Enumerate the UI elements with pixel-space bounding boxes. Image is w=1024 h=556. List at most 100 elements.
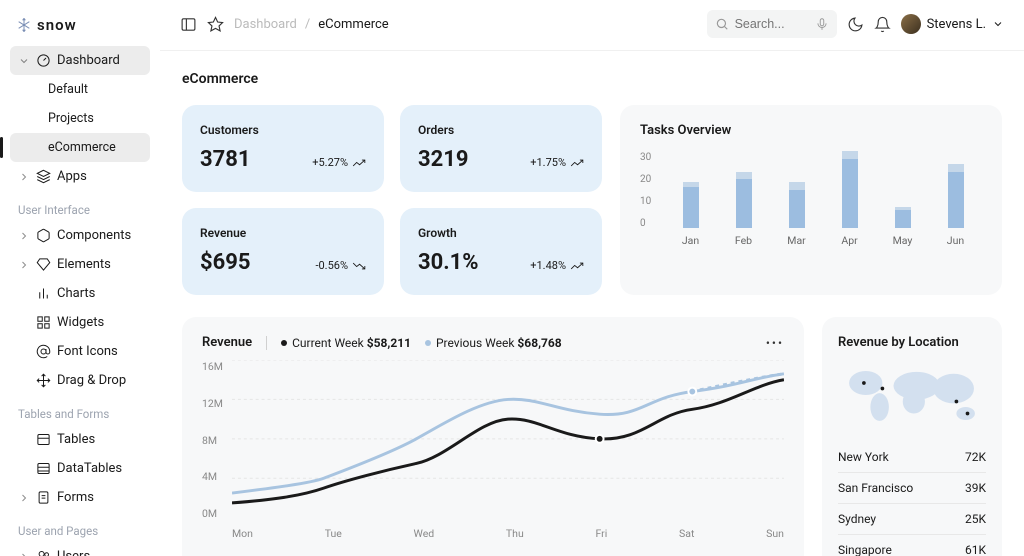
tasks-bar: May xyxy=(876,207,929,247)
nav-projects[interactable]: Projects xyxy=(10,104,150,133)
grid-icon xyxy=(36,315,51,330)
mic-icon[interactable] xyxy=(815,17,829,31)
logo[interactable]: snow xyxy=(10,12,150,46)
kpi-grid: Customers 3781 +5.27% Orders 3219 +1.75% xyxy=(182,105,602,295)
chevron-right-icon xyxy=(18,230,30,242)
nav-elements[interactable]: Elements xyxy=(10,250,150,279)
kpi-value: 3219 xyxy=(418,147,469,172)
nav-section-pages: User and Pages xyxy=(10,516,150,542)
chevron-right-icon xyxy=(18,492,30,504)
kpi-label: Orders xyxy=(418,123,584,137)
page-title: eCommerce xyxy=(182,71,1002,87)
revenue-line-chart xyxy=(232,360,784,518)
nav-label: Components xyxy=(57,228,131,243)
breadcrumb-current: eCommerce xyxy=(318,17,388,32)
nav-ecommerce[interactable]: eCommerce xyxy=(10,133,150,162)
chevron-right-icon xyxy=(18,171,30,183)
kpi-revenue: Revenue $695 -0.56% xyxy=(182,208,384,295)
clipboard-icon xyxy=(36,490,51,505)
sidebar: snow Dashboard Default Projects eCommerc… xyxy=(0,0,160,556)
tasks-bar: Mar xyxy=(770,182,823,247)
layers-icon xyxy=(36,169,51,184)
tasks-title: Tasks Overview xyxy=(640,123,982,138)
trend-up-icon xyxy=(570,158,584,168)
locations-title: Revenue by Location xyxy=(838,335,986,350)
nav-label: Users xyxy=(57,549,90,556)
location-row: Sydney25K xyxy=(838,504,986,535)
tasks-chart: 3020100 JanFebMarAprMayJun xyxy=(640,152,982,247)
trend-up-icon xyxy=(352,158,366,168)
nav-label: Tables xyxy=(57,432,95,447)
kpi-orders: Orders 3219 +1.75% xyxy=(400,105,602,192)
nav-forms[interactable]: Forms xyxy=(10,483,150,512)
kpi-value: $695 xyxy=(200,250,251,275)
nav-label: Dashboard xyxy=(57,53,120,68)
nav-label: Widgets xyxy=(57,315,104,330)
nav-label: Default xyxy=(48,82,88,97)
list-icon xyxy=(36,461,51,476)
bar-chart-icon xyxy=(36,286,51,301)
user-menu[interactable]: Stevens L. xyxy=(901,14,1004,34)
breadcrumb-parent[interactable]: Dashboard xyxy=(234,17,297,32)
nav-label: DataTables xyxy=(57,461,122,476)
locations-card: Revenue by Location xyxy=(822,317,1002,556)
avatar xyxy=(901,14,921,34)
chevron-right-icon xyxy=(18,259,30,271)
nav-apps[interactable]: Apps xyxy=(10,162,150,191)
nav-label: Font Icons xyxy=(57,344,118,359)
nav-section-ui: User Interface xyxy=(10,195,150,221)
user-name: Stevens L. xyxy=(927,17,986,32)
search-icon xyxy=(715,17,729,31)
box-icon xyxy=(36,228,51,243)
gauge-icon xyxy=(36,53,51,68)
nav-widgets[interactable]: Widgets xyxy=(10,308,150,337)
trend-down-icon xyxy=(352,261,366,271)
tasks-bar: Feb xyxy=(717,172,770,247)
nav-dragdrop[interactable]: Drag & Drop xyxy=(10,366,150,395)
nav-components[interactable]: Components xyxy=(10,221,150,250)
revenue-title: Revenue xyxy=(202,335,252,350)
nav-tables[interactable]: Tables xyxy=(10,425,150,454)
nav-users[interactable]: Users xyxy=(10,542,150,556)
nav-charts[interactable]: Charts xyxy=(10,279,150,308)
tasks-bar: Jan xyxy=(664,182,717,247)
sidebar-toggle-icon[interactable] xyxy=(180,16,197,33)
nav-section-tables: Tables and Forms xyxy=(10,399,150,425)
nav-datatables[interactable]: DataTables xyxy=(10,454,150,483)
nav-fonticons[interactable]: Font Icons xyxy=(10,337,150,366)
diamond-icon xyxy=(36,257,51,272)
trend-up-icon xyxy=(570,261,584,271)
users-icon xyxy=(36,549,51,556)
star-icon[interactable] xyxy=(207,16,224,33)
kpi-value: 3781 xyxy=(200,147,251,172)
tasks-bar: Apr xyxy=(823,151,876,247)
snowflake-icon xyxy=(16,17,32,33)
topbar: Dashboard / eCommerce Stevens L. xyxy=(160,0,1024,51)
table-icon xyxy=(36,432,51,447)
at-icon xyxy=(36,344,51,359)
location-row: New York72K xyxy=(838,442,986,473)
kpi-change: -0.56% xyxy=(315,259,348,272)
brand-name: snow xyxy=(37,16,77,34)
more-button[interactable]: ••• xyxy=(766,336,784,350)
location-row: San Francisco39K xyxy=(838,473,986,504)
kpi-customers: Customers 3781 +5.27% xyxy=(182,105,384,192)
kpi-label: Growth xyxy=(418,226,584,240)
nav-label: Elements xyxy=(57,257,111,272)
tasks-overview-card: Tasks Overview 3020100 JanFebMarAprMayJu… xyxy=(620,105,1002,295)
search-wrap xyxy=(707,10,837,38)
tasks-bar: Jun xyxy=(929,164,982,247)
nav-default[interactable]: Default xyxy=(10,75,150,104)
bell-icon[interactable] xyxy=(874,16,891,33)
kpi-label: Customers xyxy=(200,123,366,137)
kpi-change: +5.27% xyxy=(312,156,348,169)
nav-label: Charts xyxy=(57,286,95,301)
kpi-growth: Growth 30.1% +1.48% xyxy=(400,208,602,295)
move-icon xyxy=(36,373,51,388)
nav-dashboard[interactable]: Dashboard xyxy=(10,46,150,75)
world-map xyxy=(838,360,986,430)
kpi-value: 30.1% xyxy=(418,250,479,275)
breadcrumb: Dashboard / eCommerce xyxy=(234,17,389,32)
moon-icon[interactable] xyxy=(847,16,864,33)
kpi-change: +1.75% xyxy=(530,156,566,169)
